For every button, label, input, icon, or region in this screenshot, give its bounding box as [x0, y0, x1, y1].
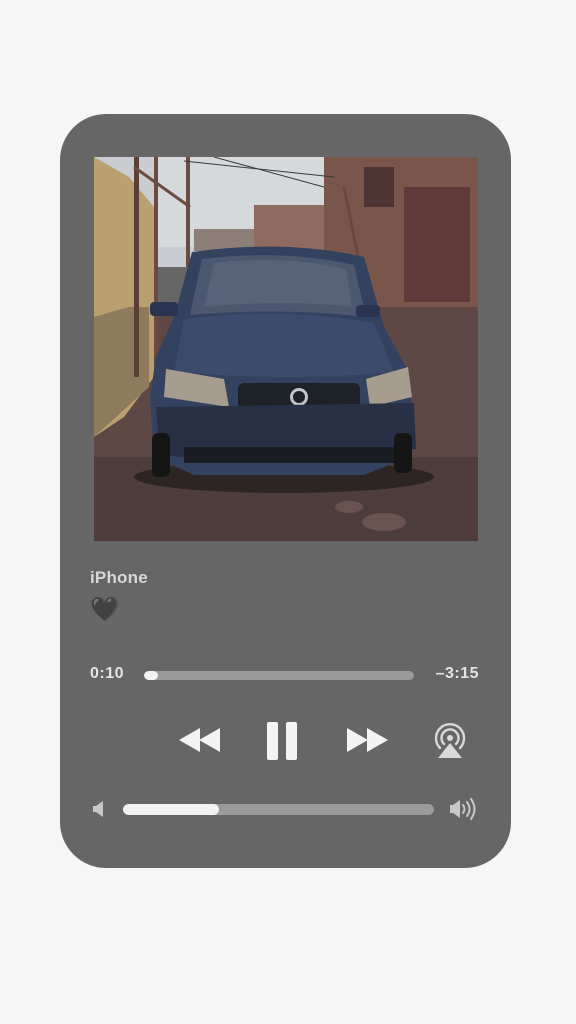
fast-forward-icon: [347, 728, 388, 752]
airplay-button[interactable]: [431, 723, 469, 764]
volume-slider[interactable]: [123, 804, 434, 815]
rewind-icon: [179, 728, 220, 752]
rewind-button[interactable]: [178, 726, 222, 759]
progress-fill: [144, 671, 158, 680]
music-player-card: iPhone 🖤 0:10 –3:15: [60, 114, 511, 868]
progress-scrubber[interactable]: [144, 671, 414, 680]
remaining-time: –3:15: [435, 665, 479, 682]
song-title: iPhone: [90, 568, 148, 587]
song-artist: 🖤: [90, 596, 120, 623]
fast-forward-button[interactable]: [345, 726, 389, 759]
volume-min-icon: [92, 800, 108, 823]
airplay-icon: [434, 723, 466, 758]
elapsed-time: 0:10: [90, 665, 125, 682]
pause-button[interactable]: [265, 721, 299, 766]
album-artwork: [94, 157, 478, 541]
volume-fill: [123, 804, 220, 815]
volume-max-icon: [449, 798, 479, 825]
pause-icon: [267, 722, 297, 760]
